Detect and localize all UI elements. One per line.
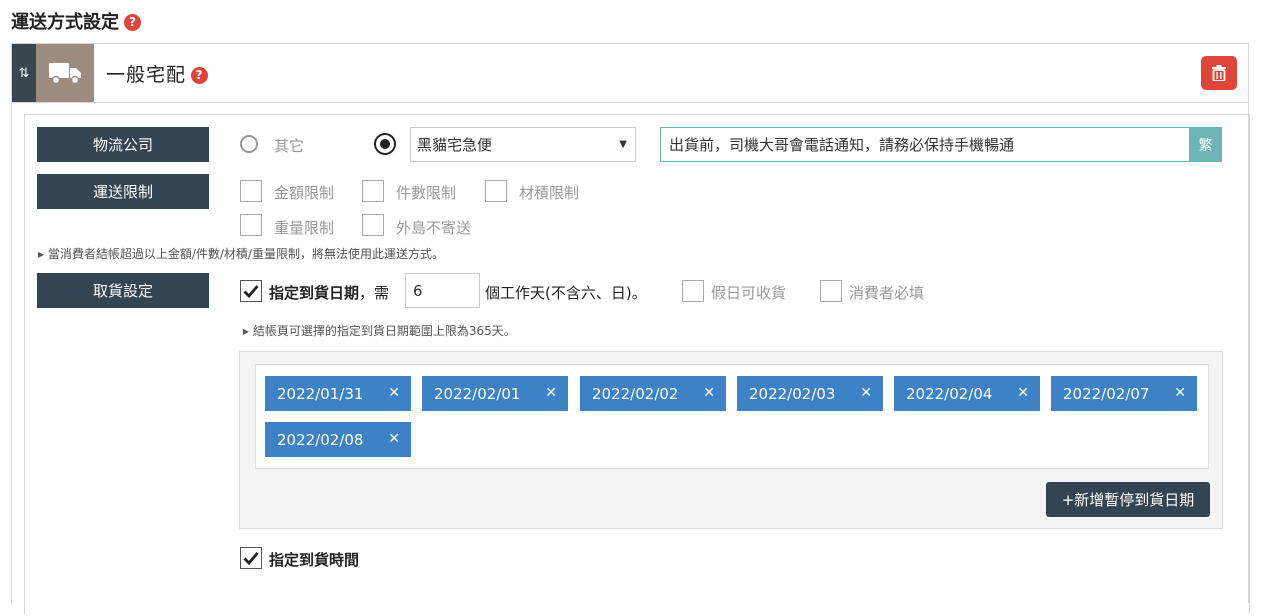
date-tag-text: 2022/02/02 bbox=[592, 384, 679, 403]
drag-handle-icon[interactable]: ⇅ bbox=[12, 44, 36, 102]
amount-limit-label: 金額限制 bbox=[274, 184, 335, 202]
date-tag: 2022/02/03 ✕ bbox=[737, 376, 883, 411]
checkbox-specify-time[interactable] bbox=[240, 547, 262, 569]
traditional-convert-button[interactable]: 繁 bbox=[1189, 127, 1222, 162]
date-tag: 2022/02/01 ✕ bbox=[422, 376, 568, 411]
check-icon bbox=[243, 552, 259, 565]
specify-date-text: 指定到貨日期，需 bbox=[269, 282, 389, 303]
date-tag-text: 2022/02/07 bbox=[1063, 384, 1150, 403]
days-suffix: 個工作天(不含六、日)。 bbox=[485, 284, 647, 302]
date-tag: 2022/02/02 ✕ bbox=[580, 376, 726, 411]
method-title: 一般宅配? bbox=[106, 60, 209, 87]
date-tag-text: 2022/02/04 bbox=[906, 384, 993, 403]
check-icon bbox=[243, 285, 259, 298]
date-tag-text: 2022/02/03 bbox=[749, 384, 836, 403]
holiday-delivery-label: 假日可收貨 bbox=[711, 284, 787, 302]
caret-down-icon: ▼ bbox=[619, 139, 627, 150]
quantity-limit-label: 件數限制 bbox=[396, 184, 457, 202]
truck-icon bbox=[36, 44, 94, 102]
checkbox-holiday-delivery[interactable] bbox=[682, 280, 704, 302]
checkbox-volume-limit[interactable] bbox=[485, 180, 507, 202]
date-tag-text: 2022/02/01 bbox=[434, 384, 521, 403]
add-paused-date-button[interactable]: +新增暫停到貨日期 bbox=[1046, 482, 1210, 517]
carrier-select[interactable]: 黑貓宅急便 ▼ bbox=[410, 127, 636, 162]
carrier-select-value: 黑貓宅急便 bbox=[417, 136, 493, 154]
trash-icon bbox=[1212, 65, 1226, 81]
remove-icon[interactable]: ✕ bbox=[860, 385, 872, 401]
page-title: 運送方式設定? bbox=[11, 8, 141, 34]
page-title-text: 運送方式設定 bbox=[11, 12, 119, 33]
delete-button[interactable] bbox=[1201, 56, 1237, 90]
logistics-label: 物流公司 bbox=[37, 127, 209, 162]
pickup-label: 取貨設定 bbox=[37, 273, 209, 308]
checkbox-no-outlying-islands[interactable] bbox=[362, 214, 384, 236]
date-tag-text: 2022/01/31 bbox=[277, 384, 364, 403]
delivery-note-input[interactable]: 出貨前，司機大哥會電話通知，請務必保持手機暢通 bbox=[660, 127, 1190, 162]
date-tag: 2022/01/31 ✕ bbox=[265, 376, 411, 411]
no-outlying-islands-label: 外島不寄送 bbox=[396, 219, 472, 237]
remove-icon[interactable]: ✕ bbox=[388, 431, 400, 447]
restrictions-hint: ▸ 當消費者結帳超過以上金額/件數/材積/重量限制，將無法使用此運送方式。 bbox=[38, 247, 444, 261]
checkbox-weight-limit[interactable] bbox=[240, 214, 262, 236]
checkbox-specify-date[interactable] bbox=[240, 280, 262, 302]
restrictions-label: 運送限制 bbox=[37, 174, 209, 209]
method-help-icon[interactable]: ? bbox=[191, 66, 209, 84]
radio-other[interactable] bbox=[240, 135, 258, 153]
days-input[interactable]: 6 bbox=[405, 273, 480, 308]
remove-icon[interactable]: ✕ bbox=[545, 385, 557, 401]
remove-icon[interactable]: ✕ bbox=[388, 385, 400, 401]
radio-carrier[interactable] bbox=[374, 133, 396, 155]
checkbox-quantity-limit[interactable] bbox=[362, 180, 384, 202]
volume-limit-label: 材積限制 bbox=[519, 184, 580, 202]
help-icon[interactable]: ? bbox=[124, 13, 141, 31]
weight-limit-label: 重量限制 bbox=[274, 219, 335, 237]
need-text: ，需 bbox=[359, 284, 390, 302]
radio-other-label: 其它 bbox=[274, 137, 305, 155]
method-name: 一般宅配 bbox=[106, 64, 187, 86]
date-range-hint: ▸ 結帳頁可選擇的指定到貨日期範圍上限為365天。 bbox=[243, 324, 516, 338]
date-tag-text: 2022/02/08 bbox=[277, 430, 364, 449]
consumer-required-label: 消費者必填 bbox=[849, 284, 925, 302]
specify-date-label: 指定到貨日期 bbox=[269, 284, 360, 302]
checkbox-amount-limit[interactable] bbox=[240, 180, 262, 202]
date-tag: 2022/02/04 ✕ bbox=[894, 376, 1040, 411]
date-tag: 2022/02/07 ✕ bbox=[1051, 376, 1197, 411]
remove-icon[interactable]: ✕ bbox=[1174, 385, 1186, 401]
checkbox-consumer-required[interactable] bbox=[820, 280, 842, 302]
date-tag: 2022/02/08 ✕ bbox=[265, 422, 411, 457]
remove-icon[interactable]: ✕ bbox=[703, 385, 715, 401]
specify-time-label: 指定到貨時間 bbox=[269, 551, 360, 569]
remove-icon[interactable]: ✕ bbox=[1017, 385, 1029, 401]
